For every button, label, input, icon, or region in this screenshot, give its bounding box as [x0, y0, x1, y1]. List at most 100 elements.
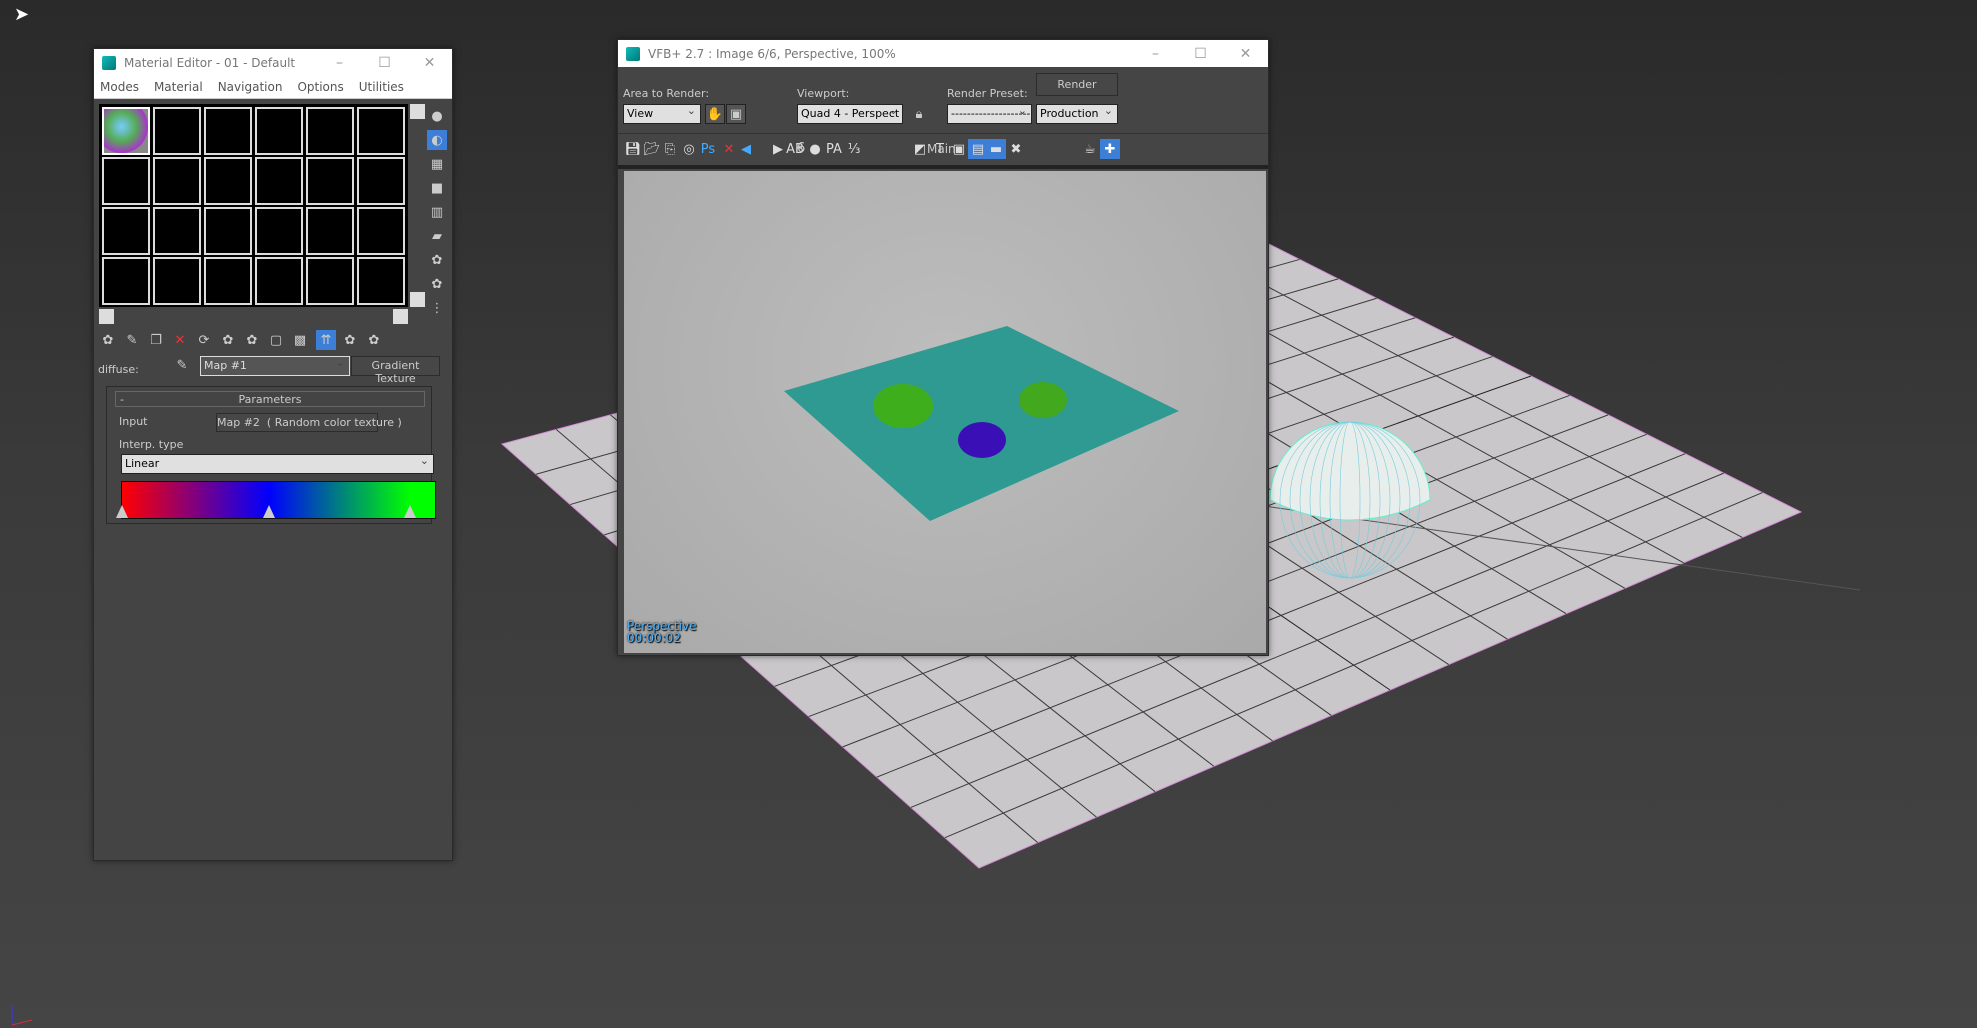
sample-slot[interactable] — [306, 207, 354, 255]
sample-slot[interactable] — [153, 157, 201, 205]
render-image[interactable]: Perspective 00:00:02 — [624, 171, 1266, 653]
sample-slot[interactable] — [102, 157, 150, 205]
reset-map-icon[interactable]: ✕ — [170, 330, 190, 350]
select-by-material-icon[interactable]: ✿ — [427, 274, 447, 294]
render-preset-dropdown[interactable]: -------------------- — [947, 104, 1032, 124]
put-to-library-icon[interactable]: ✿ — [218, 330, 238, 350]
tools-icon[interactable]: ✖ — [1006, 139, 1026, 159]
scroll-left-button[interactable] — [99, 309, 114, 324]
input-map-button[interactable]: Map #2 ( Random color texture ) — [216, 413, 402, 432]
close-button[interactable]: ✕ — [407, 55, 452, 71]
teapot-icon[interactable]: ☕︎ — [1080, 139, 1100, 159]
map-type-button[interactable]: Gradient Texture — [351, 356, 440, 385]
previous-image-icon[interactable]: ◀ — [736, 139, 756, 159]
render-button[interactable]: Render — [1036, 73, 1118, 96]
auto-region-icon[interactable]: ▣ — [726, 104, 746, 124]
options-icon[interactable]: ✿ — [427, 250, 447, 270]
make-unique-icon[interactable]: ⟳ — [194, 330, 214, 350]
lock-icon[interactable]: 🔒︎ — [909, 104, 929, 124]
show-end-result-icon[interactable]: ⇈ — [316, 330, 336, 350]
sample-slot[interactable] — [306, 257, 354, 305]
sample-slot[interactable] — [255, 257, 303, 305]
sample-type-icon[interactable]: ● — [427, 106, 447, 126]
sample-slot[interactable] — [357, 257, 405, 305]
close-button[interactable]: ✕ — [1223, 46, 1268, 62]
vfb-window[interactable]: VFB+ 2.7 : Image 6/6, Perspective, 100% … — [617, 39, 1269, 656]
pixel-aspect-icon[interactable]: PA — [824, 139, 844, 159]
sample-slot[interactable] — [255, 207, 303, 255]
sample-slot[interactable] — [306, 107, 354, 155]
gradient-flag-handle[interactable] — [263, 505, 276, 518]
gradient-flag-handle[interactable] — [116, 505, 128, 518]
render-mode-dropdown[interactable]: Production — [1036, 104, 1118, 124]
menu-material[interactable]: Material — [154, 80, 203, 94]
sample-slot[interactable] — [204, 107, 252, 155]
go-to-parent-icon[interactable]: ✿ — [340, 330, 360, 350]
sample-slot[interactable] — [153, 257, 201, 305]
region-icon[interactable]: ▤ — [968, 139, 988, 159]
map-name-field[interactable]: Map #1 — [200, 356, 350, 376]
material-editor-window[interactable]: Material Editor - 01 - Default – ☐ ✕ Mod… — [93, 48, 453, 861]
plus-icon[interactable]: ✚ — [1100, 139, 1120, 159]
area-to-render-dropdown[interactable]: View — [623, 104, 701, 124]
sample-slot[interactable] — [204, 207, 252, 255]
sample-slot[interactable] — [357, 157, 405, 205]
fullscreen-icon[interactable]: ▬ — [986, 139, 1006, 159]
open-image-icon[interactable]: 📂︎ — [642, 139, 662, 159]
gradient-ramp[interactable] — [116, 481, 436, 519]
sample-slot[interactable] — [357, 107, 405, 155]
sample-slot[interactable] — [102, 257, 150, 305]
uv-tiling-icon[interactable]: ■ — [427, 178, 447, 198]
sample-slot[interactable] — [357, 207, 405, 255]
interp-type-dropdown[interactable]: Linear — [121, 454, 434, 474]
sample-slot[interactable] — [255, 107, 303, 155]
backlight-icon[interactable]: ◐ — [427, 130, 447, 150]
sample-slot[interactable] — [153, 107, 201, 155]
background-icon[interactable]: ▦ — [427, 154, 447, 174]
scroll-up-button[interactable] — [410, 104, 425, 119]
edit-region-icon[interactable]: ✋ — [705, 104, 725, 124]
mouse-cursor-icon: ➤ — [14, 4, 30, 25]
layer-icon[interactable]: ⅓ — [844, 139, 864, 159]
maximize-button[interactable]: ☐ — [362, 55, 407, 71]
sample-slot[interactable] — [204, 157, 252, 205]
viewport-dropdown[interactable]: Quad 4 - Perspect — [797, 104, 903, 124]
title-bar[interactable]: VFB+ 2.7 : Image 6/6, Perspective, 100% … — [618, 40, 1268, 67]
eyedropper-icon[interactable]: ✎ — [172, 355, 192, 375]
show-shaded-icon[interactable]: ▢ — [266, 330, 286, 350]
go-forward-icon[interactable]: ✿ — [364, 330, 384, 350]
minimize-button[interactable]: – — [317, 55, 362, 71]
photoshop-icon[interactable]: Ps — [698, 139, 718, 159]
sample-slot[interactable] — [102, 207, 150, 255]
assign-to-selection-icon[interactable]: ❐ — [146, 330, 166, 350]
gradient-flag-handle[interactable] — [403, 505, 416, 518]
material-map-navigator-icon[interactable]: ⋮ — [427, 298, 447, 318]
maximize-button[interactable]: ☐ — [1178, 46, 1223, 62]
sample-slot[interactable] — [153, 207, 201, 255]
material-id-icon[interactable]: ✿ — [242, 330, 262, 350]
menu-options[interactable]: Options — [297, 80, 343, 94]
channel-label[interactable]: Main — [927, 142, 956, 156]
show-map-in-viewport-icon[interactable]: ▩ — [290, 330, 310, 350]
make-preview-icon[interactable]: ▰ — [427, 226, 447, 246]
save-image-icon[interactable]: 💾︎ — [623, 139, 643, 159]
copy-image-icon[interactable]: ⎘ — [660, 139, 680, 159]
sphere-icon[interactable]: ● — [805, 139, 825, 159]
put-to-scene-icon[interactable]: ✎ — [122, 330, 142, 350]
rollout-header[interactable]: - Parameters — [115, 391, 425, 407]
scroll-right-button[interactable] — [393, 309, 408, 324]
sample-slot[interactable] — [204, 257, 252, 305]
get-material-icon[interactable]: ✿ — [98, 330, 118, 350]
video-color-check-icon[interactable]: ▥ — [427, 202, 447, 222]
title-bar[interactable]: Material Editor - 01 - Default – ☐ ✕ — [94, 49, 452, 76]
sample-slot[interactable] — [255, 157, 303, 205]
menu-navigation[interactable]: Navigation — [218, 80, 283, 94]
minimize-button[interactable]: – — [1133, 46, 1178, 62]
menu-modes[interactable]: Modes — [100, 80, 139, 94]
sample-slot[interactable] — [102, 107, 150, 155]
scroll-down-button[interactable] — [410, 292, 425, 307]
capture-icon[interactable]: ◎ — [679, 139, 699, 159]
sample-slot[interactable] — [306, 157, 354, 205]
menu-utilities[interactable]: Utilities — [359, 80, 404, 94]
window-title: VFB+ 2.7 : Image 6/6, Perspective, 100% — [648, 46, 896, 61]
